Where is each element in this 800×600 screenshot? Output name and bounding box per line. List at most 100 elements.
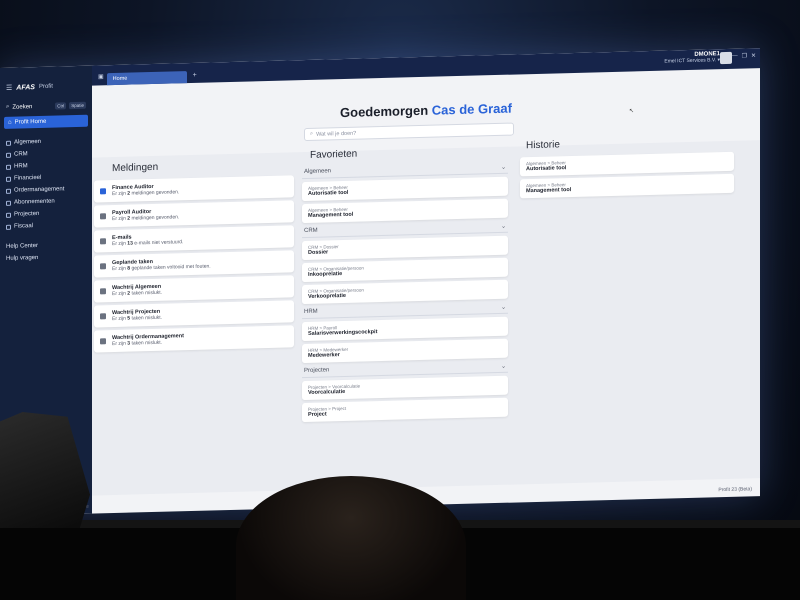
user-menu[interactable]: DMONE1 Emel ICT Services B.V. ▾ [664,51,720,64]
favorite-card[interactable]: HRM > Medewerker Medewerker [302,338,508,364]
melding-pre: Er zijn [112,190,126,198]
favorite-group-header[interactable]: HRM ⌄ [302,301,508,320]
melding-text: Finance Auditor Er zijn 2 meldingen gevon… [112,183,179,197]
melding-pre: Er zijn [112,290,126,298]
melding-pre: Er zijn [112,265,126,273]
chevron-down-icon[interactable]: ⌄ [501,363,506,370]
breadcrumb-part: Project [332,405,347,412]
favorite-group-header[interactable]: CRM ⌄ [302,220,508,239]
favorite-group-name: Projecten [304,367,330,375]
sidebar-item-home[interactable]: ⌂ Profit Home [4,114,88,129]
melding-card[interactable]: Finance Auditor Er zijn 2 meldingen gevon… [94,175,294,203]
melding-card[interactable]: Payroll Auditor Er zijn 2 meldingen gevon… [94,200,294,228]
melding-count: 8 [127,265,131,272]
product-name: Profit [38,83,53,90]
melding-checkbox[interactable] [100,238,106,245]
melding-text: Wachtrij Ordermanagement Er zijn 3 taken … [112,333,184,347]
favorieten-title: Favorieten [310,148,358,161]
melding-count: 2 [127,290,131,297]
algemeen-icon [6,140,11,146]
chevron-down-icon[interactable]: ⌄ [501,164,506,171]
historie-list: Algemeen > Beheer Autorisatie tool Algemee… [520,151,734,199]
historie-column: Historie Algemeen > Beheer Autorisatie to… [520,135,734,202]
melding-checkbox[interactable] [100,313,106,320]
greeting-prefix: Goedemorgen [340,102,429,121]
melding-post: meldingen gevonden. [131,189,180,197]
melding-pre: Er zijn [112,240,126,248]
sidebar-item-label: CRM [14,151,28,158]
melding-text: Wachtrij Projecten Er zijn 5 taken misluk… [112,309,162,322]
crm-icon [6,152,11,158]
sidebar-search[interactable]: ⌕ Zoeken Ctrl Spatie [0,98,92,115]
favorite-card[interactable]: HRM > Payroll Salarisverwerkingscockpit [302,316,508,342]
history-card[interactable]: Algemeen > Beheer Autorisatie tool [520,151,734,177]
melding-card[interactable]: Wachtrij Ordermanagement Er zijn 3 taken … [94,325,294,353]
favorite-group-name: CRM [304,227,318,235]
favorite-group-header[interactable]: Algemeen ⌄ [302,161,508,180]
search-icon: ⌕ [6,103,10,110]
close-icon[interactable]: ✕ [751,52,756,59]
favorite-card[interactable]: CRM > Dossier Dossier [302,235,508,261]
favorite-card[interactable]: CRM > Organisatie/persoon Verkooprelatie [302,279,508,305]
melding-pre: Er zijn [112,340,126,348]
favorite-group-header[interactable]: Projecten ⌄ [302,360,508,379]
melding-pre: Er zijn [112,315,126,323]
window-controls: — ❐ ✕ [732,52,756,60]
melding-subtitle: Er zijn 2 meldingen gevonden. [112,189,179,197]
page-title: Goedemorgen Cas de Graaf [92,94,760,126]
sidebar-item-label: Projecten [14,210,40,218]
melding-card[interactable]: Geplande taken Er zijn 8 geplande taken v… [94,250,294,278]
search-input[interactable]: ⌕ Wat wil je doen? [304,122,514,142]
help-questions-link[interactable]: Hulp vragen [0,251,92,265]
favorieten-column: Favorieten Algemeen ⌄ Algemeen > Beheer Aut… [302,145,508,425]
melding-count: 13 [127,240,133,247]
melding-post: taken mislukt. [131,339,163,347]
favorite-card[interactable]: CRM > Organisatie/persoon Inkooprelatie [302,257,508,283]
chevron-down-icon[interactable]: ⌄ [501,223,506,230]
melding-post: geplande taken voltooid met fouten. [131,263,211,272]
minimize-icon[interactable]: — [732,53,738,60]
sidebar-item-label: Ordermanagement [14,186,65,194]
melding-post: taken mislukt. [131,314,163,322]
melding-checkbox[interactable] [100,288,106,295]
melding-checkbox[interactable] [100,338,106,345]
sidebar-item-label: Abonnementen [14,198,55,206]
main-content: Goedemorgen Cas de Graaf ⌕ Wat wil je do… [92,68,760,513]
melding-card[interactable]: Wachtrij Projecten Er zijn 5 taken misluk… [94,300,294,328]
abonnementen-icon [6,200,11,206]
melding-subtitle: Er zijn 13 e-mails niet verstuurd. [112,239,183,247]
avatar[interactable] [720,51,732,65]
financieel-icon [6,176,11,182]
version-label: Profit 23 (Beta) [718,486,752,494]
favorite-card[interactable]: Algemeen > Beheer Autorisatie tool [302,176,508,202]
chevron-down-icon[interactable]: ⌄ [501,304,506,311]
favorieten-list: Algemeen ⌄ Algemeen > Beheer Autorisatie to… [302,161,508,423]
fiscaal-icon [6,224,11,230]
melding-card[interactable]: Wachtrij Algemeen Er zijn 2 taken mislukt… [94,275,294,303]
mouse-cursor-icon: ↖ [629,108,635,115]
hamburger-menu-icon[interactable]: ☰ [6,84,12,92]
tabs-icon[interactable]: ▣ [98,73,104,80]
history-card[interactable]: Algemeen > Beheer Management tool [520,173,734,199]
shortcut-ctrl: Ctrl [55,102,67,110]
projecten-icon [6,212,11,218]
shortcut-space: Spatie [69,101,86,110]
add-tab-button[interactable]: + [193,72,197,79]
sidebar-item-label: Profit Home [14,118,47,126]
melding-checkbox[interactable] [100,263,106,270]
projected-screen: ☰ AFAS Profit ⌕ Zoeken Ctrl Spatie ⌂ Pro… [0,48,760,517]
restore-icon[interactable]: ❐ [742,52,747,59]
melding-text: Wachtrij Algemeen Er zijn 2 taken mislukt… [112,284,162,297]
favorite-card[interactable]: Projecten > Project Project [302,397,508,423]
favorite-card[interactable]: Projecten > Voorcalculatie Voorcalculatie [302,375,508,401]
melding-pre: Er zijn [112,215,126,223]
melding-checkbox[interactable] [100,213,106,220]
sidebar-search-label: Zoeken [12,103,33,111]
melding-checkbox[interactable] [100,188,106,195]
greeting-name: Cas de Graaf [431,100,512,118]
favorite-card[interactable]: Algemeen > Beheer Management tool [302,198,508,224]
melding-card[interactable]: E-mails Er zijn 13 e-mails niet verstuurd… [94,225,294,253]
favorite-group-name: HRM [304,308,318,316]
melding-subtitle: Er zijn 8 geplande taken voltooid met fo… [112,263,211,272]
historie-title: Historie [526,139,560,152]
